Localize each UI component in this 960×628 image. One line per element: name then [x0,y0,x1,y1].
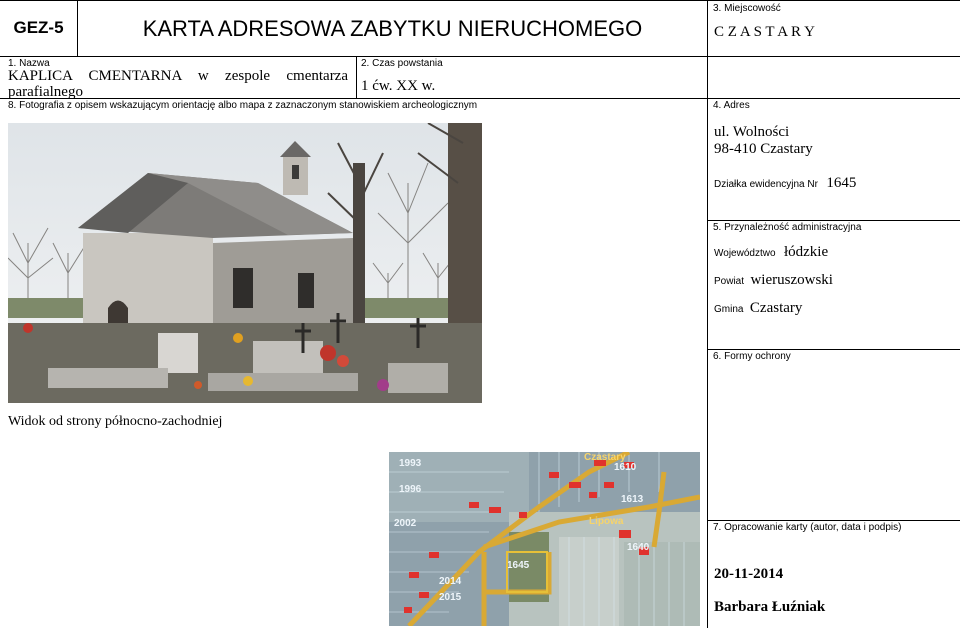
opracowanie-author: Barbara Łuźniak [714,599,826,615]
fotografia-label: 8. Fotografia z opisem wskazującym orien… [8,100,478,111]
map-label-1993: 1993 [399,458,422,469]
miejscowosc-value: C Z A S T A R Y [714,24,816,40]
adres-label: 4. Adres [713,100,750,111]
nazwa-value-line1: KAPLICA CMENTARNA w zespole cmentarza [8,68,348,84]
powiat-row: Powiat wieruszowski [714,271,833,289]
gmina-row: Gmina Czastary [714,299,802,317]
card-code: GEZ-5 [13,18,64,37]
powiat-label: Powiat [714,276,745,287]
wojewodztwo-label: Województwo [714,248,776,259]
map-label-2014: 2014 [439,576,462,587]
opracowanie-label: 7. Opracowanie karty (autor, data i podp… [713,522,902,533]
czas-label: 2. Czas powstania [361,58,443,69]
miejscowosc-label: 3. Miejscowość [713,3,781,14]
adres-city: 98-410 Czastary [714,141,813,157]
chapel-photo [8,123,482,403]
powiat-value: wieruszowski [750,272,833,288]
card-title: KARTA ADRESOWA ZABYTKU NIERUCHOMEGO [142,16,643,41]
nazwa-value-line2: parafialnego [8,84,83,100]
dzialka-value: 1645 [826,175,857,191]
map-label-1610: 1610 [614,462,637,473]
dzialka-label: Działka ewidencyjna Nr [714,179,818,190]
map-label-czastary: Czastary [584,452,626,463]
dzialka-row: Działka ewidencyjna Nr 1645 [714,174,856,192]
map-label-2002: 2002 [394,518,417,529]
map-label-1640: 1640 [627,542,650,553]
opracowanie-date: 20-11-2014 [714,566,784,582]
przynaleznosc-label: 5. Przynależność administracyjna [713,222,862,233]
cadastral-map: 1993 1996 2002 2014 2015 1645 1610 1613 … [389,452,700,626]
map-label-1613: 1613 [621,494,644,505]
gmina-label: Gmina [714,304,744,315]
photo-caption: Widok od strony północno-zachodniej [8,414,223,429]
wojewodztwo-row: Województwo łódzkie [714,243,828,261]
wojewodztwo-value: łódzkie [783,244,829,260]
formy-label: 6. Formy ochrony [713,351,791,362]
map-label-2015: 2015 [439,592,462,603]
map-label-1996: 1996 [399,484,422,495]
czas-value: 1 ćw. XX w. [361,78,436,94]
adres-street: ul. Wolności [714,124,790,140]
map-label-1645: 1645 [507,560,530,571]
map-label-lipowa: Lipowa [589,516,624,527]
gmina-value: Czastary [749,300,803,316]
